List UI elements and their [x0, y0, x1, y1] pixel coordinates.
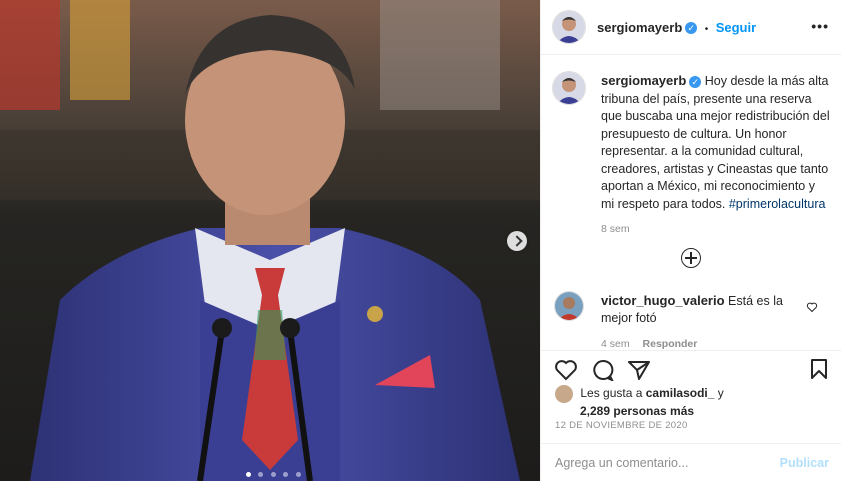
post-date: 12 DE NOVIEMBRE DE 2020	[555, 420, 688, 431]
post-image	[0, 0, 540, 481]
hashtag-link[interactable]: #primerolacultura	[729, 197, 826, 211]
share-icon[interactable]	[627, 359, 651, 386]
liker-username[interactable]: camilasodi_	[646, 386, 715, 400]
carousel-next-button[interactable]	[507, 231, 527, 251]
load-more-comments-icon[interactable]	[681, 248, 701, 268]
comment-bar: Agrega un comentario... Publicar	[541, 443, 841, 482]
likes-conj: y	[717, 386, 724, 401]
reply-button[interactable]: Responder	[643, 338, 698, 350]
instagram-post: sergiomayerb ✓ • Seguir ••• sergiomayerb ✓…	[0, 0, 855, 481]
comment-time: 4 sem	[601, 338, 630, 350]
carousel-dot	[246, 472, 251, 477]
bookmark-icon[interactable]	[809, 358, 829, 385]
likes-count[interactable]: 2,289 personas más	[580, 403, 724, 419]
post-sidebar: sergiomayerb ✓ • Seguir ••• sergiomayerb ✓…	[540, 0, 855, 481]
more-options-icon[interactable]: •••	[811, 18, 829, 34]
avatar[interactable]	[553, 11, 585, 43]
avatar-image	[553, 11, 585, 43]
comment-username[interactable]: victor_hugo_valerio	[601, 293, 725, 308]
caption-time: 8 sem	[601, 223, 630, 235]
verified-icon: ✓	[685, 21, 698, 34]
comment-icon[interactable]	[591, 359, 615, 386]
header-text: sergiomayerb ✓ • Seguir	[597, 19, 756, 37]
liker-avatar[interactable]	[555, 385, 573, 403]
caption-text: Hoy desde la más alta tribuna del país, …	[601, 74, 830, 211]
post-header: sergiomayerb ✓ • Seguir •••	[541, 0, 841, 55]
avatar-image	[555, 292, 583, 320]
carousel-dot	[258, 472, 264, 477]
post-photo[interactable]	[0, 0, 540, 481]
comment-item: victor_hugo_valerio Está es la mejor fot…	[601, 292, 801, 353]
caption-username[interactable]: sergiomayerb	[601, 73, 686, 88]
verified-icon: ✓	[689, 75, 702, 88]
comment-like-icon[interactable]	[806, 300, 818, 318]
likes-prefix: Les gusta a	[580, 386, 643, 401]
publish-button[interactable]: Publicar	[780, 456, 829, 470]
carousel-dot	[270, 472, 276, 477]
separator-dot: •	[704, 24, 709, 35]
action-bar	[541, 350, 841, 387]
avatar-image	[553, 72, 585, 104]
heart-icon[interactable]	[554, 359, 578, 386]
commenter-avatar[interactable]	[555, 292, 583, 320]
comment-input[interactable]: Agrega un comentario...	[555, 456, 688, 470]
carousel-dot	[283, 472, 289, 477]
carousel-dot	[295, 472, 301, 477]
post-username[interactable]: sergiomayerb	[597, 20, 682, 35]
carousel-dots	[246, 464, 304, 481]
caption-avatar[interactable]	[553, 72, 585, 104]
post-caption: sergiomayerb ✓ Hoy desde la más alta trib…	[601, 72, 831, 239]
likes-summary: Les gusta a camilasodi_ y 2,289 personas…	[555, 385, 724, 419]
follow-button[interactable]: Seguir	[716, 20, 756, 35]
